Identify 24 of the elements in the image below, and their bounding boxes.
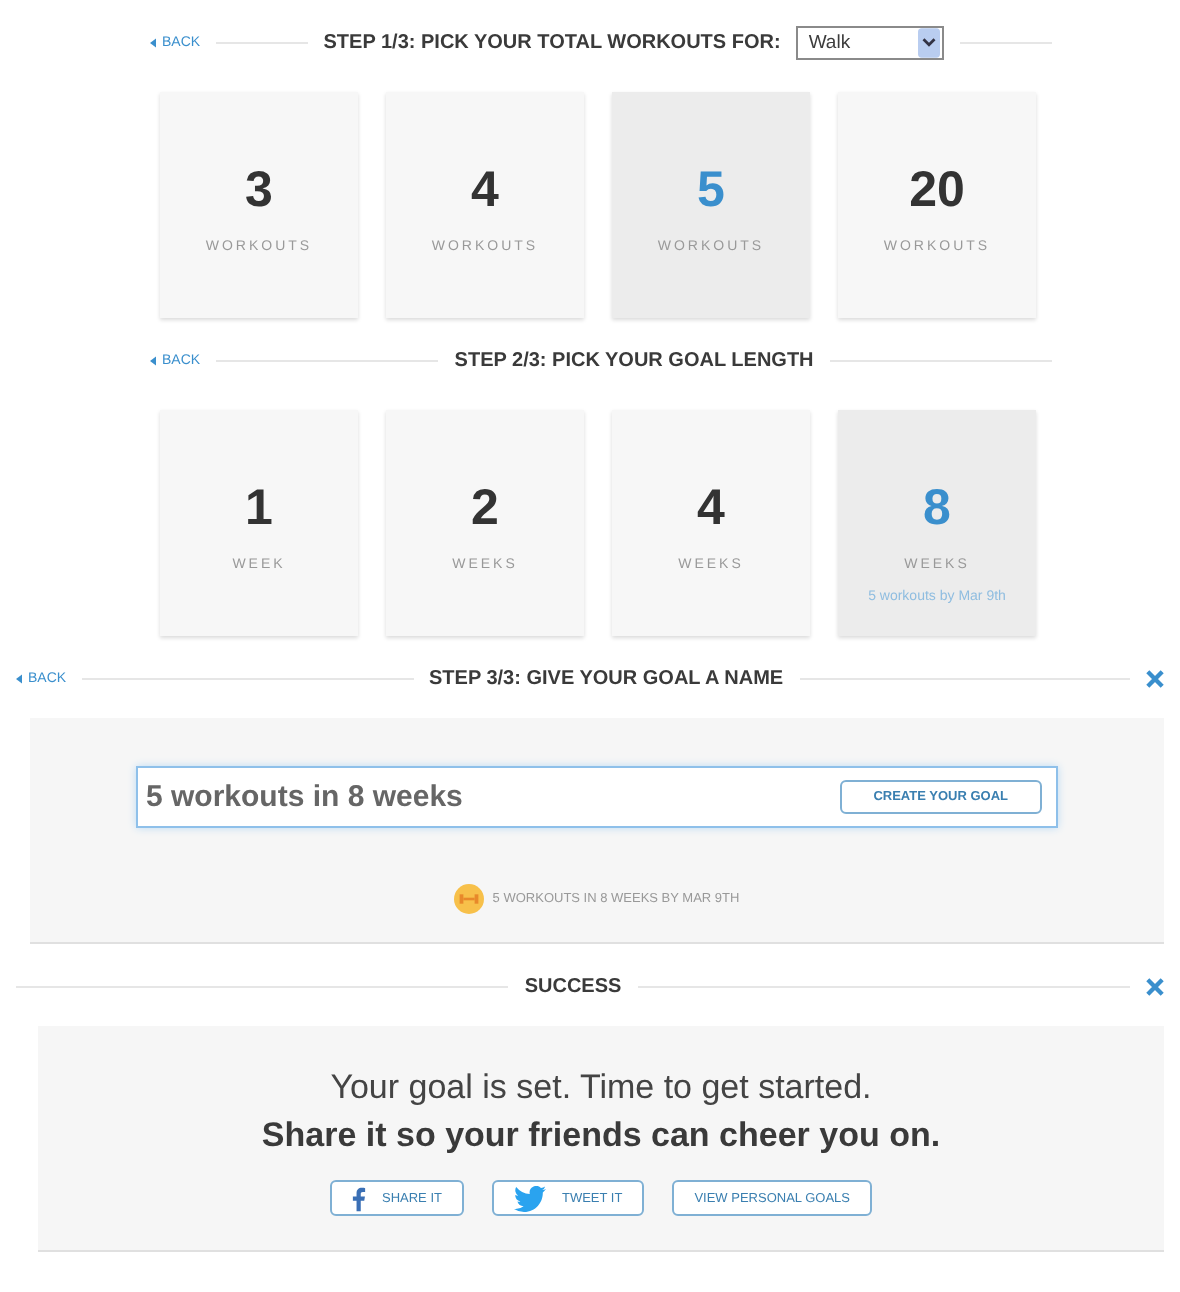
success-message: Your goal is set. Time to get started. <box>330 1068 872 1108</box>
step-title: SUCCESS <box>524 975 622 997</box>
option-number: 3 <box>245 164 273 216</box>
option-number: 4 <box>471 164 499 216</box>
option-number: 4 <box>697 482 725 534</box>
option-number: 20 <box>909 164 965 216</box>
close-icon[interactable] <box>1146 977 1165 995</box>
close-icon[interactable] <box>1146 669 1165 687</box>
activity-select[interactable]: Walk <box>796 25 945 59</box>
option-number: 2 <box>471 482 499 534</box>
dropdown-caret-icon <box>918 27 941 57</box>
option-number: 5 <box>697 164 725 216</box>
back-arrow-icon <box>150 355 156 365</box>
option-number: 8 <box>923 482 951 534</box>
step-title: STEP 1/3: PICK YOUR TOTAL WORKOUTS FOR: <box>323 31 781 53</box>
share-message: Share it so your friends can cheer you on. <box>261 1116 941 1156</box>
back-arrow-icon <box>16 673 22 683</box>
step-title: STEP 2/3: PICK YOUR GOAL LENGTH <box>454 349 814 371</box>
bird-icon <box>513 1185 546 1211</box>
step-title: STEP 3/3: GIVE YOUR GOAL A NAME <box>429 667 784 689</box>
facebook-icon <box>352 1185 366 1211</box>
back-arrow-icon <box>150 37 156 47</box>
dumbbell-icon <box>454 884 485 914</box>
option-number: 1 <box>245 482 273 534</box>
